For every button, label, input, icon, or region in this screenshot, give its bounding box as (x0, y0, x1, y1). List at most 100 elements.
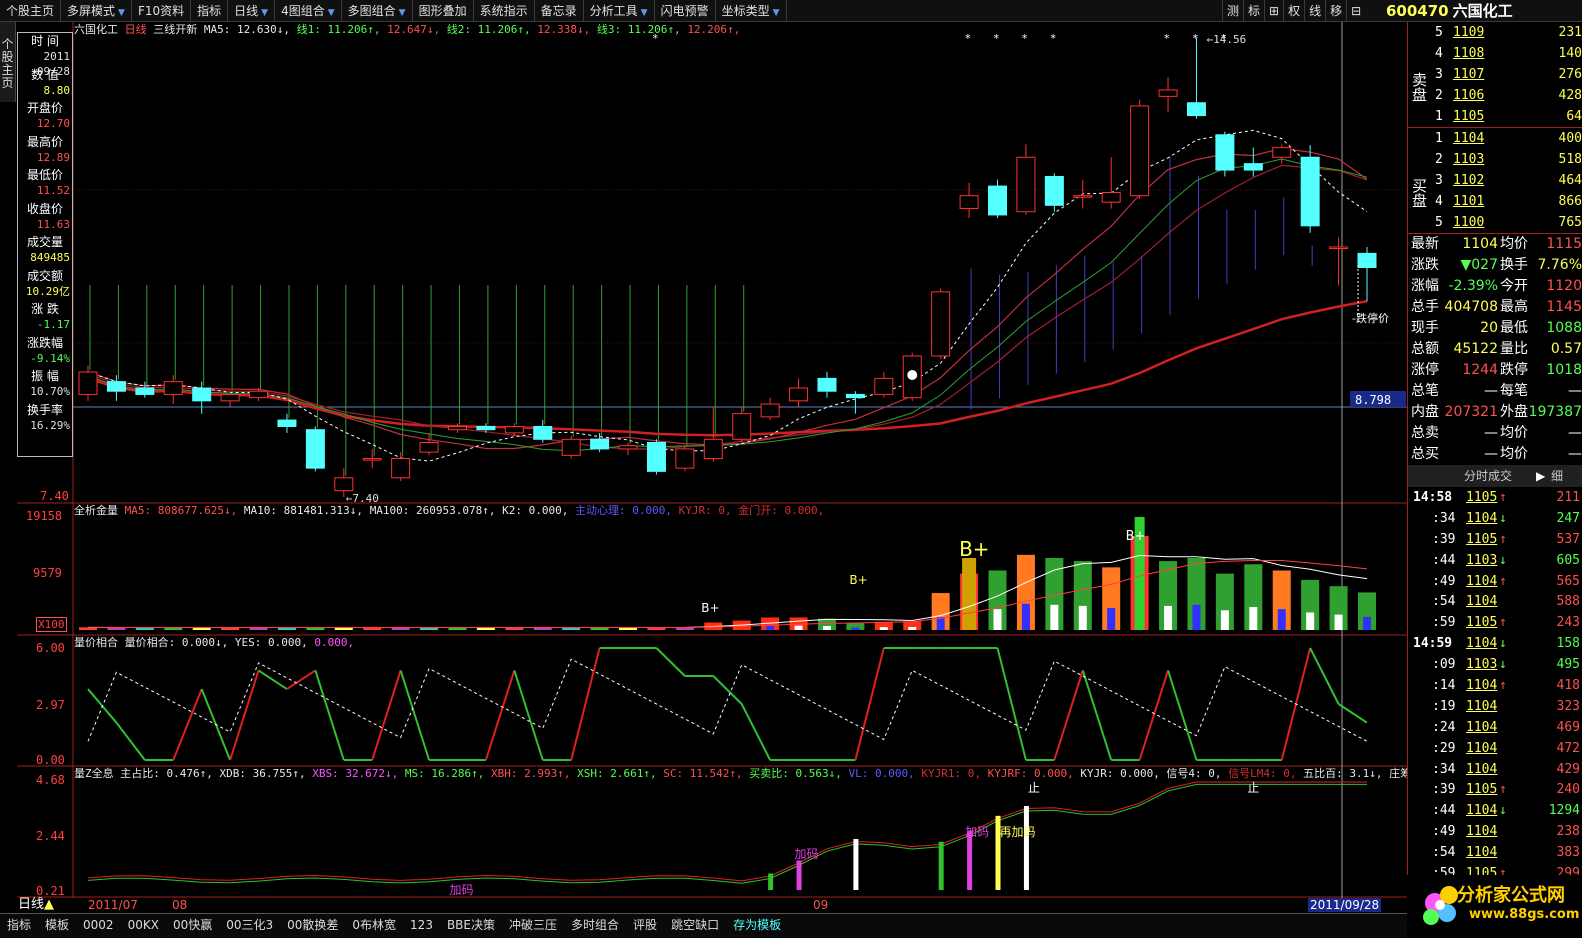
quote-label-2: 均价 (1500, 236, 1528, 252)
orderbook-row[interactable]: 4 1101 866 (1408, 191, 1582, 212)
trade-volume: 211 (1556, 490, 1580, 505)
candle[interactable] (845, 391, 865, 414)
candle[interactable] (1243, 147, 1263, 177)
candle-body (504, 425, 524, 434)
candle[interactable] (817, 371, 837, 398)
candle-body (959, 195, 979, 210)
quote-value: ▼027 (1460, 257, 1499, 273)
level: 2 (1435, 152, 1443, 167)
candle[interactable] (1215, 131, 1235, 177)
candle[interactable] (760, 397, 780, 421)
title-part: 12.338 (537, 23, 577, 36)
candle[interactable] (561, 436, 581, 459)
orderbook-row[interactable]: 3 1107 276 (1408, 64, 1582, 85)
bottom-tab-5[interactable]: 00三化3 (219, 914, 280, 938)
cursor-price: 8.798 (1355, 393, 1391, 407)
candle[interactable] (931, 288, 951, 360)
z-annotation: 止 (1247, 781, 1259, 795)
candle[interactable] (1016, 144, 1036, 215)
bottom-tab-13[interactable]: 跳空缺口 (664, 914, 726, 938)
orderbook-row[interactable]: 1 1104 400 (1408, 128, 1582, 149)
bottom-tab-3[interactable]: 00KX (121, 914, 166, 938)
bottom-tab-1[interactable]: 模板 (38, 914, 76, 938)
trade-direction-icon: ↑ (1499, 782, 1507, 798)
candle[interactable] (1130, 99, 1150, 199)
bottom-tab-2[interactable]: 0002 (76, 914, 121, 938)
info-label: 开盘价 (26, 101, 63, 115)
candle[interactable] (646, 439, 666, 475)
candle[interactable] (163, 375, 183, 405)
trades-detail-button[interactable]: 细 (1551, 465, 1563, 487)
candle[interactable] (988, 179, 1008, 219)
z-signal-bar (796, 860, 802, 890)
candle-body (249, 390, 269, 399)
bottom-tab-11[interactable]: 多时组合 (564, 914, 626, 938)
orderbook-row[interactable]: 2 1106 428 (1408, 85, 1582, 106)
mid-axis-top: 6.00 (36, 641, 65, 655)
star-marker: * (1221, 32, 1227, 45)
bottom-tab-10[interactable]: 冲破三压 (502, 914, 564, 938)
candle[interactable] (1329, 237, 1349, 286)
orderbook-row[interactable]: 4 1108 140 (1408, 43, 1582, 64)
vol-axis-mid: 9579 (33, 566, 62, 580)
volume: 64 (1566, 109, 1582, 124)
trade-direction-icon: ↑ (1499, 573, 1507, 589)
candle[interactable] (391, 452, 411, 481)
quote-label-2: 今开 (1500, 278, 1528, 294)
period-label[interactable]: 日线▲ (18, 898, 54, 912)
candle-body (163, 381, 183, 395)
bottom-tab-6[interactable]: 00散换差 (280, 914, 345, 938)
candle[interactable] (1186, 38, 1206, 119)
candle[interactable] (447, 423, 467, 433)
candle[interactable] (1300, 145, 1320, 233)
quote-label-2: 每笔 (1500, 383, 1528, 399)
candle[interactable] (277, 413, 297, 433)
title-part: MS: 16.286↑, (404, 767, 492, 780)
candle[interactable] (305, 426, 325, 472)
orderbook-row[interactable]: 3 1102 464 (1408, 170, 1582, 191)
candle[interactable] (192, 381, 212, 414)
title-part: MA5: 808677.625↓, (124, 504, 244, 517)
candle[interactable] (1101, 157, 1121, 209)
bottom-tab-7[interactable]: 0布林宽 (345, 914, 403, 938)
candle[interactable] (78, 365, 98, 401)
orderbook-row[interactable]: 1 1105 64 (1408, 106, 1582, 127)
candle-body (1016, 156, 1036, 213)
trade-time: :54 (1432, 845, 1456, 861)
candle[interactable] (533, 420, 553, 443)
candle[interactable] (419, 432, 439, 456)
mid-axis-mid: 2.97 (36, 698, 65, 712)
bottom-tab-14[interactable]: 存为模板 (726, 914, 788, 938)
candle[interactable] (959, 182, 979, 219)
volprice-segment (399, 670, 431, 761)
quote-label: 最新 (1411, 236, 1439, 252)
candle[interactable] (789, 378, 809, 408)
site-logo: 分析家公式网 www.88gs.com (1407, 875, 1582, 938)
z-axis-top: 4.68 (36, 773, 65, 787)
z-green-line (87, 783, 1367, 884)
candle[interactable] (135, 381, 155, 398)
candle-body (533, 425, 553, 440)
bottom-tab-0[interactable]: 指标 (0, 914, 38, 938)
candle[interactable] (874, 371, 894, 398)
candle[interactable] (732, 407, 752, 443)
candle[interactable] (675, 445, 695, 472)
orderbook-row[interactable]: 5 1100 765 (1408, 212, 1582, 233)
orderbook-row[interactable]: 2 1103 518 (1408, 149, 1582, 170)
trades-header[interactable]: 分时成交 ▶ 细 (1408, 465, 1582, 487)
candle[interactable] (1158, 77, 1178, 113)
candle[interactable] (1044, 173, 1064, 212)
trade-volume: 243 (1556, 615, 1580, 631)
candle[interactable] (1357, 246, 1377, 302)
play-icon[interactable]: ▶ (1536, 465, 1545, 487)
candle[interactable] (590, 432, 610, 453)
bottom-tab-8[interactable]: 123 (403, 914, 440, 938)
bottom-tab-12[interactable]: 评股 (626, 914, 664, 938)
bottom-tab-9[interactable]: BBE决策 (440, 914, 502, 938)
info-row: 换手率 16.29% (18, 402, 72, 436)
orderbook-row[interactable]: 5 1109 231 (1408, 22, 1582, 43)
candle-body (447, 425, 467, 431)
candle[interactable] (618, 442, 638, 456)
candle[interactable] (362, 448, 382, 469)
bottom-tab-4[interactable]: 00快赢 (166, 914, 219, 938)
